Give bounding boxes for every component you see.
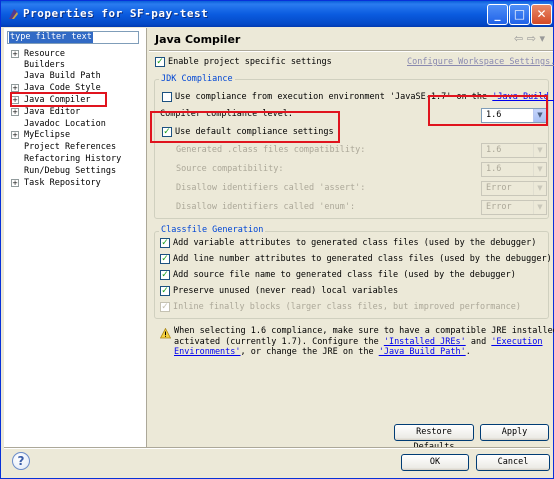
- generated-compat-select[interactable]: 1.6 ▼: [481, 143, 547, 158]
- compliance-level-select[interactable]: 1.6 ▼: [481, 108, 547, 123]
- use-env-label: Use compliance from execution environmen…: [175, 92, 554, 103]
- source-file-checkbox[interactable]: ✓: [160, 270, 170, 280]
- use-default-label: Use default compliance settings: [175, 127, 334, 137]
- warning-line-3: Environments', or change the JRE on the …: [174, 347, 471, 358]
- configure-workspace-link[interactable]: Configure Workspace Settings...: [407, 57, 554, 68]
- cancel-button[interactable]: Cancel: [476, 454, 550, 471]
- warning-icon: [160, 328, 171, 339]
- tree-item-label: Task Repository: [24, 178, 101, 188]
- assert-select[interactable]: Error ▼: [481, 181, 547, 196]
- forward-arrow-icon[interactable]: ⇨: [527, 32, 536, 45]
- use-default-checkbox[interactable]: ✓: [162, 127, 172, 137]
- footer-separator: [4, 447, 550, 449]
- tree-item-label: Run/Debug Settings: [24, 166, 117, 176]
- ok-button[interactable]: OK: [401, 454, 469, 471]
- generated-compat-value: 1.6: [486, 145, 502, 155]
- warning-text: activated (currently 1.7). Configure the: [174, 337, 384, 347]
- page-title: Java Compiler: [155, 33, 241, 46]
- sidebar: type filter text + Resource Builders Jav…: [4, 28, 147, 448]
- tree-item-label: Java Editor: [24, 107, 81, 117]
- java-build-path-link-2[interactable]: 'Java Build Path': [379, 347, 466, 357]
- enable-specific-label: Enable project specific settings: [168, 57, 332, 67]
- java-build-path-link[interactable]: 'Java Build Path': [492, 92, 554, 102]
- minimize-button[interactable]: _: [487, 4, 508, 25]
- back-arrow-icon[interactable]: ⇦: [514, 32, 523, 45]
- warning-line-1: When selecting 1.6 compliance, make sure…: [174, 326, 554, 336]
- expand-icon[interactable]: +: [11, 96, 19, 104]
- warning-text: , or change the JRE on the: [240, 347, 379, 357]
- chevron-down-icon: ▼: [533, 182, 546, 195]
- expand-icon[interactable]: +: [11, 50, 19, 58]
- source-compat-label: Source compatibility:: [176, 164, 284, 174]
- preserve-unused-checkbox[interactable]: ✓: [160, 286, 170, 296]
- installed-jres-link[interactable]: 'Installed JREs': [384, 337, 466, 347]
- execution-environments-link-cont[interactable]: Environments': [174, 347, 241, 357]
- apply-button[interactable]: Apply: [480, 424, 549, 441]
- filter-input[interactable]: type filter text: [7, 31, 139, 44]
- tree-item-label: Refactoring History: [24, 154, 122, 164]
- execution-environments-link[interactable]: 'Execution: [491, 337, 542, 347]
- preserve-unused-label: Preserve unused (never read) local varia…: [173, 286, 399, 296]
- assert-value: Error: [486, 183, 512, 193]
- eclipse-icon: [9, 9, 18, 19]
- title-separator: [149, 50, 553, 52]
- restore-defaults-button[interactable]: Restore Defaults: [394, 424, 474, 452]
- enum-label: Disallow identifiers called 'enum':: [176, 202, 356, 212]
- variable-attr-label: Add variable attributes to generated cla…: [173, 238, 537, 248]
- chevron-down-icon: ▼: [533, 109, 546, 122]
- generated-compat-label: Generated .class files compatibility:: [176, 145, 366, 155]
- tree-item-label: Java Build Path: [24, 71, 101, 81]
- tree-item-label: Java Compiler: [24, 95, 91, 105]
- window-title: Properties for SF-pay-test: [23, 7, 209, 20]
- enum-value: Error: [486, 202, 512, 212]
- nav-arrows: ⇦ ⇨ ▾: [514, 32, 545, 45]
- enable-specific-checkbox[interactable]: ✓: [155, 57, 165, 67]
- main-panel: Java Compiler ⇦ ⇨ ▾ ✓ Enable project spe…: [149, 28, 554, 452]
- warning-text: .: [465, 347, 471, 357]
- tree-item-label: MyEclipse: [24, 130, 71, 140]
- filter-text: type filter text: [9, 32, 93, 43]
- tree-item-label: Java Code Style: [24, 83, 101, 93]
- expand-icon[interactable]: +: [11, 108, 19, 116]
- line-number-label: Add line number attributes to generated …: [173, 254, 552, 264]
- use-env-checkbox[interactable]: [162, 92, 172, 102]
- compliance-level-value: 1.6: [486, 110, 502, 120]
- chevron-down-icon: ▼: [533, 201, 546, 214]
- compliance-level-label: Compiler compliance level:: [160, 109, 294, 119]
- maximize-button[interactable]: □: [509, 4, 530, 25]
- expand-icon[interactable]: +: [11, 84, 19, 92]
- view-menu-icon[interactable]: ▾: [539, 32, 545, 45]
- title-bar[interactable]: Properties for SF-pay-test _ □ ✕: [1, 1, 553, 27]
- source-compat-value: 1.6: [486, 164, 502, 174]
- chevron-down-icon: ▼: [533, 144, 546, 157]
- properties-dialog: Properties for SF-pay-test _ □ ✕ type fi…: [0, 0, 554, 479]
- tree-item-label: Project References: [24, 142, 117, 152]
- help-icon[interactable]: ?: [12, 452, 30, 470]
- enum-select[interactable]: Error ▼: [481, 200, 547, 215]
- line-number-checkbox[interactable]: ✓: [160, 254, 170, 264]
- use-env-prefix: Use compliance from execution environmen…: [175, 92, 493, 102]
- expand-icon[interactable]: +: [11, 179, 19, 187]
- inline-finally-label: Inline finally blocks (larger class file…: [173, 302, 521, 312]
- chevron-down-icon: ▼: [533, 163, 546, 176]
- source-compat-select[interactable]: 1.6 ▼: [481, 162, 547, 177]
- assert-label: Disallow identifiers called 'assert':: [176, 183, 366, 193]
- jdk-compliance-title: JDK Compliance: [159, 74, 235, 85]
- classfile-title: Classfile Generation: [159, 225, 266, 236]
- expand-icon[interactable]: +: [11, 131, 19, 139]
- source-file-label: Add source file name to generated class …: [173, 270, 516, 280]
- inline-finally-checkbox[interactable]: ✓: [160, 302, 170, 312]
- warning-text: and: [465, 337, 492, 347]
- variable-attr-checkbox[interactable]: ✓: [160, 238, 170, 248]
- close-button[interactable]: ✕: [531, 4, 552, 25]
